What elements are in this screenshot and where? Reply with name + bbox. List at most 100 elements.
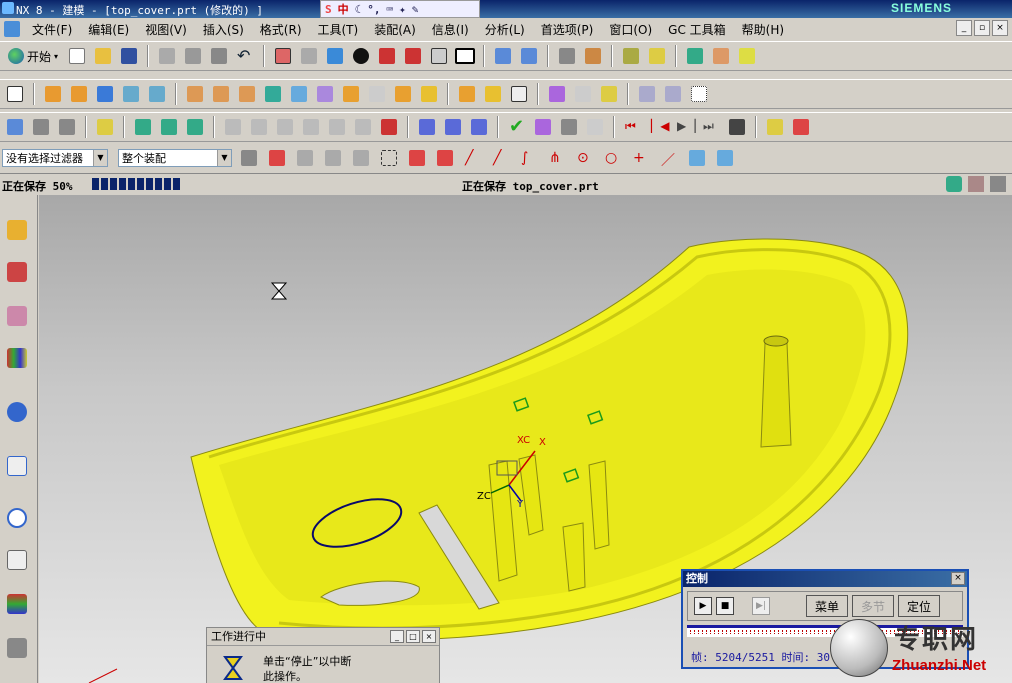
snap-intersection-button[interactable]: ⋔ — [546, 147, 568, 169]
spring-button[interactable] — [416, 116, 438, 138]
menu-view[interactable]: 视图(V) — [137, 21, 195, 38]
stack-button[interactable] — [30, 116, 52, 138]
boss-button[interactable] — [210, 83, 232, 105]
process-studio-tab[interactable] — [4, 591, 30, 617]
mirror-button[interactable] — [508, 83, 530, 105]
web-browser-tab[interactable] — [4, 453, 30, 479]
new-file-button[interactable] — [66, 45, 88, 67]
save-button[interactable] — [118, 45, 140, 67]
assembly-nav-button[interactable] — [532, 116, 554, 138]
menu-gc-toolkit[interactable]: GC 工具箱 — [660, 21, 734, 38]
history-tab[interactable] — [4, 505, 30, 531]
system-materials-tab[interactable] — [4, 547, 30, 573]
multi-section-button[interactable]: 多节 — [852, 595, 895, 617]
menu-window[interactable]: 窗口(O) — [601, 21, 660, 38]
ime-toolbar[interactable]: S 中 ☾ °, ⌨ ✦ ✎ — [320, 0, 480, 18]
rectangle-select-button[interactable] — [378, 147, 400, 169]
snap-curve-button[interactable]: ∫ — [518, 147, 540, 169]
shell-button[interactable] — [340, 83, 362, 105]
menu-information[interactable]: 信息(I) — [424, 21, 477, 38]
block-button[interactable] — [94, 83, 116, 105]
shaded-view-button[interactable] — [324, 45, 346, 67]
gs-button[interactable] — [274, 116, 296, 138]
minimize-button[interactable]: _ — [956, 20, 972, 36]
pocket-button[interactable] — [236, 83, 258, 105]
intersect-button[interactable] — [314, 83, 336, 105]
face-blend-button[interactable] — [482, 83, 504, 105]
hole-button[interactable] — [184, 83, 206, 105]
grid-icon[interactable] — [968, 176, 984, 192]
menu-analysis[interactable]: 分析(L) — [477, 21, 533, 38]
menu-assemblies[interactable]: 装配(A) — [366, 21, 424, 38]
pattern-button[interactable] — [546, 83, 568, 105]
menu-tools[interactable]: 工具(T) — [310, 21, 367, 38]
oh-button[interactable] — [352, 116, 374, 138]
snap-body-button[interactable] — [714, 147, 736, 169]
layer-button[interactable] — [556, 45, 578, 67]
start-button[interactable]: 开始 ▾ — [4, 45, 62, 67]
os-button[interactable] — [300, 116, 322, 138]
view-button[interactable] — [428, 45, 450, 67]
tool-button[interactable] — [790, 116, 812, 138]
extrude-button[interactable] — [42, 83, 64, 105]
menu-format[interactable]: 格式(R) — [252, 21, 310, 38]
snap-endpoint-button[interactable] — [406, 147, 428, 169]
database-button[interactable] — [56, 116, 78, 138]
render-style-button[interactable] — [298, 45, 320, 67]
wip-maximize-button[interactable]: □ — [406, 630, 420, 643]
prev-step-button[interactable]: ▏◀ — [648, 116, 670, 138]
synchronous-move-button[interactable] — [222, 116, 244, 138]
menu-edit[interactable]: 编辑(E) — [80, 21, 137, 38]
snap-on-curve-button[interactable]: ／ — [658, 147, 680, 169]
menu-file[interactable]: 文件(F) — [24, 21, 80, 38]
grid-button[interactable] — [558, 116, 580, 138]
part-navigator-tab[interactable] — [4, 303, 30, 329]
general-select-button[interactable] — [238, 147, 260, 169]
assembly-button[interactable] — [684, 45, 706, 67]
tag-button[interactable] — [94, 116, 116, 138]
restore-button[interactable]: ▫ — [974, 20, 990, 36]
offset-face-button[interactable] — [366, 83, 388, 105]
control-close-button[interactable]: × — [951, 572, 965, 585]
video-button[interactable] — [726, 116, 748, 138]
edit-parameters-button[interactable] — [132, 116, 154, 138]
menu-insert[interactable]: 插入(S) — [195, 21, 252, 38]
menu-preferences[interactable]: 首选项(P) — [533, 21, 602, 38]
boss-post[interactable] — [760, 342, 792, 448]
snap-existing-point-button[interactable]: + — [630, 147, 652, 169]
through-curves-button[interactable] — [636, 83, 658, 105]
trim-body-button[interactable] — [572, 83, 594, 105]
snap-on-face-button[interactable] — [686, 147, 708, 169]
color-palette-button[interactable] — [454, 45, 476, 67]
split-body-button[interactable] — [598, 83, 620, 105]
next-step-button[interactable]: ▶▕ — [674, 116, 696, 138]
snap-line-button[interactable]: ╱ — [462, 147, 484, 169]
revolve-button[interactable] — [68, 83, 90, 105]
step-button[interactable]: ▶| — [752, 597, 770, 615]
unite-button[interactable] — [262, 83, 284, 105]
wcs-button[interactable] — [582, 45, 604, 67]
magic-button[interactable] — [764, 116, 786, 138]
cross-button[interactable] — [468, 116, 490, 138]
transform-button[interactable] — [518, 45, 540, 67]
undo-button[interactable]: ↶ — [234, 45, 256, 67]
assembly-navigator-tab[interactable] — [4, 217, 30, 243]
point-set-button[interactable] — [688, 83, 710, 105]
type-filter-select[interactable]: 没有选择过滤器 ▼ — [2, 149, 108, 167]
reuse-library-tab[interactable] — [4, 345, 30, 371]
menu-help[interactable]: 帮助(H) — [734, 21, 792, 38]
curve-rule-button[interactable] — [294, 147, 316, 169]
cone-button[interactable] — [146, 83, 168, 105]
feature-button[interactable] — [350, 147, 372, 169]
pmi-button[interactable] — [710, 45, 732, 67]
pull-face-button[interactable] — [248, 116, 270, 138]
background-button[interactable] — [350, 45, 372, 67]
paste-button[interactable] — [208, 45, 230, 67]
last-step-button[interactable]: ⏭ — [700, 116, 722, 138]
play-button[interactable]: ▶ — [694, 597, 712, 615]
position-button[interactable]: 定位 — [898, 595, 941, 617]
roles-tab[interactable] — [4, 635, 30, 661]
snap-point-button[interactable] — [266, 147, 288, 169]
snap-control-button[interactable]: ╱ — [490, 147, 512, 169]
ruler-button[interactable] — [736, 45, 758, 67]
